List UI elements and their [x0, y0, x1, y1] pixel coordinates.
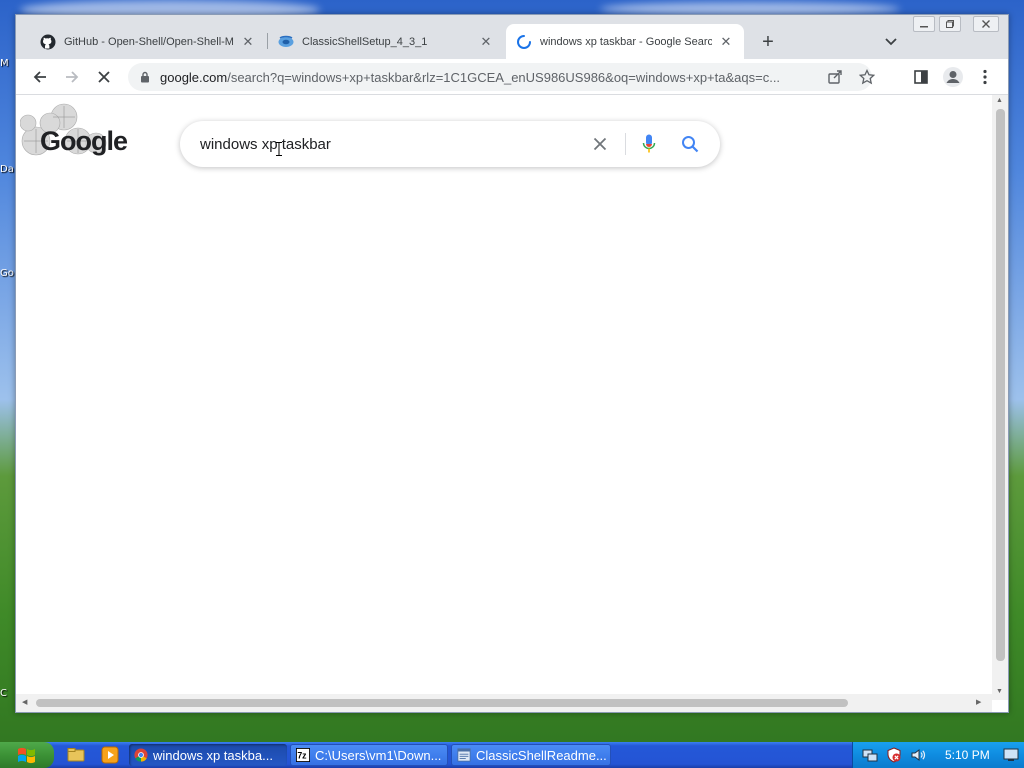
google-doodle-logo[interactable]: Google [19, 101, 138, 161]
search-divider [625, 133, 626, 155]
taskbar-item-label: ClassicShellReadme... [476, 747, 607, 763]
scroll-right-arrow-icon[interactable]: ▶ [976, 698, 981, 706]
search-submit-icon[interactable] [678, 132, 702, 156]
tab-github[interactable]: GitHub - Open-Shell/Open-Shell-Me ✕ [30, 24, 266, 59]
logo-text: Google [40, 126, 128, 156]
horizontal-scrollbar[interactable]: ◀ ▶ [16, 694, 992, 712]
horizontal-scroll-thumb[interactable] [36, 699, 848, 707]
7zip-icon: 7z [296, 748, 310, 762]
share-icon[interactable] [824, 66, 846, 88]
classic-shell-icon [278, 34, 294, 50]
forward-arrow-icon[interactable] [60, 65, 84, 89]
browser-toolbar: google.com/search?q=windows+xp+taskbar&r… [16, 59, 1008, 95]
scroll-down-arrow-icon[interactable]: ▼ [996, 688, 1003, 695]
desktop-icon-label-3[interactable]: Go [0, 268, 14, 279]
profile-avatar-icon[interactable] [941, 65, 965, 89]
search-input[interactable] [200, 135, 580, 153]
scroll-up-arrow-icon[interactable]: ▲ [996, 97, 1003, 104]
more-menu-icon[interactable] [973, 65, 997, 89]
taskbar-item-label: C:\Users\vm1\Down... [315, 747, 442, 763]
volume-icon[interactable] [910, 747, 926, 763]
security-alert-icon[interactable] [886, 747, 902, 763]
stop-loading-icon[interactable] [92, 65, 116, 89]
address-bar[interactable]: google.com/search?q=windows+xp+taskbar&r… [128, 63, 875, 91]
back-arrow-icon[interactable] [28, 65, 52, 89]
page-content: Google [16, 95, 992, 700]
desktop-icon-label-1[interactable]: M [0, 58, 9, 69]
restore-icon[interactable] [939, 16, 961, 32]
chrome-icon [134, 748, 148, 762]
search-box [180, 121, 720, 167]
tab-close-icon[interactable]: ✕ [718, 34, 734, 50]
vertical-scroll-thumb[interactable] [996, 109, 1005, 661]
tab-search-chevron-icon[interactable] [880, 31, 902, 53]
taskbar-item-label: windows xp taskba... [153, 747, 273, 763]
tab-close-icon[interactable]: ✕ [240, 34, 256, 50]
svg-text:7z: 7z [297, 751, 307, 761]
url-path: /search?q=windows+xp+taskbar&rlz=1C1GCEA… [227, 69, 781, 85]
network-icon[interactable] [862, 747, 878, 763]
start-button[interactable] [0, 742, 54, 768]
tab-close-icon[interactable]: ✕ [478, 34, 494, 50]
url-host: google.com [160, 69, 228, 85]
clear-search-icon[interactable] [588, 132, 612, 156]
scroll-left-arrow-icon[interactable]: ◀ [22, 698, 27, 706]
document-icon [457, 748, 471, 762]
address-bar-url: google.com/search?q=windows+xp+taskbar&r… [160, 70, 780, 85]
tab-google-search[interactable]: windows xp taskbar - Google Search ✕ [506, 24, 744, 59]
lock-icon[interactable] [140, 71, 150, 83]
github-icon [40, 34, 56, 50]
vertical-scrollbar[interactable]: ▲ ▼ [992, 95, 1008, 700]
taskbar-clock[interactable]: 5:10 PM [945, 748, 990, 762]
loading-spinner-icon [516, 34, 532, 50]
windows-logo-icon [18, 747, 35, 764]
windows-taskbar: windows xp taskba... 7z C:\Users\vm1\Dow… [0, 742, 1024, 768]
taskbar-item-7zip[interactable]: 7z C:\Users\vm1\Down... [290, 744, 448, 766]
minimize-icon[interactable] [913, 16, 935, 32]
new-tab-button[interactable]: + [757, 31, 779, 53]
taskbar-item-classic-shell-readme[interactable]: ClassicShellReadme... [451, 744, 611, 766]
show-desktop-icon[interactable] [1003, 747, 1019, 763]
taskbar-item-chrome[interactable]: windows xp taskba... [129, 744, 287, 766]
side-panel-icon[interactable] [909, 65, 933, 89]
media-player-quicklaunch-icon[interactable] [101, 746, 119, 764]
tab-title: windows xp taskbar - Google Search [540, 35, 712, 48]
browser-window: GitHub - Open-Shell/Open-Shell-Me ✕ Clas… [15, 14, 1009, 713]
voice-search-mic-icon[interactable] [637, 132, 661, 156]
tab-title: GitHub - Open-Shell/Open-Shell-Me [64, 35, 234, 48]
tab-classic-shell-setup[interactable]: ClassicShellSetup_4_3_1 ✕ [268, 24, 504, 59]
desktop-icon-label-4[interactable]: C [0, 688, 7, 699]
close-icon[interactable] [973, 16, 999, 32]
tab-title: ClassicShellSetup_4_3_1 [302, 35, 428, 48]
tab-strip: GitHub - Open-Shell/Open-Shell-Me ✕ Clas… [16, 15, 1008, 59]
desktop-icon-label-2[interactable]: Da [0, 164, 14, 175]
text-cursor-icon [276, 142, 282, 156]
explorer-quicklaunch-icon[interactable] [67, 746, 85, 764]
bookmark-star-icon[interactable] [856, 66, 878, 88]
system-tray: 5:10 PM [852, 742, 1024, 768]
